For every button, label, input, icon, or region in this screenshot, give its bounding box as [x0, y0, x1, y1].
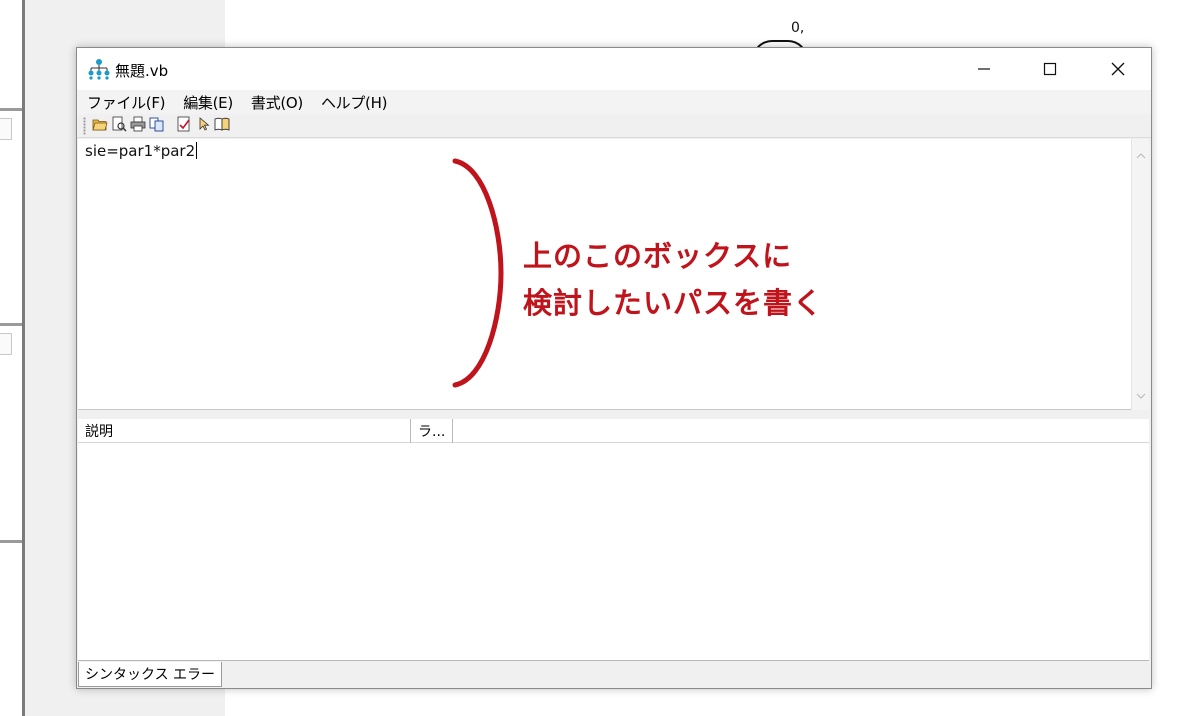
column-header-line[interactable]: ラ...	[411, 419, 453, 443]
maximize-icon	[1043, 62, 1057, 76]
text-caret	[196, 142, 198, 159]
menu-help[interactable]: ヘルプ(H)	[321, 92, 387, 113]
print-preview-icon	[111, 116, 127, 136]
tab-syntax-error[interactable]: シンタックス エラー	[78, 662, 222, 687]
tab-bar: シンタックス エラー	[77, 662, 1151, 688]
menu-bar: ファイル(F) 編集(E) 書式(O) ヘルプ(H)	[77, 90, 1151, 114]
annotation-bracket	[452, 158, 504, 388]
toolbar-grip[interactable]	[83, 116, 86, 135]
menu-edit[interactable]: 編集(E)	[183, 92, 233, 113]
check-syntax-button[interactable]	[176, 116, 192, 136]
print-button[interactable]	[130, 116, 146, 136]
copy-button[interactable]	[149, 116, 165, 136]
close-button[interactable]	[1085, 48, 1151, 90]
editor-content-text: sie=par1*par2	[85, 142, 196, 160]
book-icon	[214, 116, 230, 136]
menu-file[interactable]: ファイル(F)	[87, 92, 166, 113]
background-field[interactable]	[0, 118, 12, 140]
close-icon	[1110, 61, 1126, 77]
menu-format[interactable]: 書式(O)	[251, 92, 303, 113]
window-title: 無題.vb	[115, 62, 169, 80]
help-pointer-button[interactable]	[195, 116, 211, 136]
chevron-down-icon[interactable]	[1136, 391, 1146, 401]
error-list-header: 説明 ラ...	[78, 419, 1149, 443]
minimize-icon	[977, 62, 991, 76]
background-separator	[0, 108, 22, 111]
chevron-up-icon[interactable]	[1136, 151, 1146, 161]
editor-window: 無題.vb ファイル(F) 編集(E) 書式(O) ヘルプ(H) sie=par…	[76, 47, 1152, 689]
code-editor[interactable]: sie=par1*par2 上のこのボックスに 検討したいパスを書く	[78, 139, 1149, 410]
minimize-button[interactable]	[951, 48, 1017, 90]
editor-scrollbar[interactable]	[1131, 139, 1149, 410]
column-header-description[interactable]: 説明	[78, 419, 411, 443]
open-folder-icon	[92, 116, 108, 136]
annotation-text: 上のこのボックスに 検討したいパスを書く	[523, 239, 824, 320]
check-syntax-icon	[176, 116, 192, 136]
network-tree-icon	[87, 58, 111, 80]
maximize-button[interactable]	[1017, 48, 1083, 90]
editor-content[interactable]: sie=par1*par2	[85, 142, 198, 160]
print-icon	[130, 116, 146, 136]
error-list[interactable]	[78, 443, 1149, 661]
copy-icon	[149, 116, 165, 136]
print-preview-button[interactable]	[111, 116, 127, 136]
canvas-label: 0,	[791, 20, 805, 36]
help-pointer-icon	[195, 116, 211, 136]
title-bar[interactable]: 無題.vb	[77, 48, 1151, 90]
background-separator	[0, 323, 22, 326]
toolbar	[77, 114, 1151, 138]
open-button[interactable]	[92, 118, 108, 134]
background-field[interactable]	[0, 333, 12, 355]
background-separator	[0, 540, 22, 543]
book-button[interactable]	[214, 116, 230, 136]
